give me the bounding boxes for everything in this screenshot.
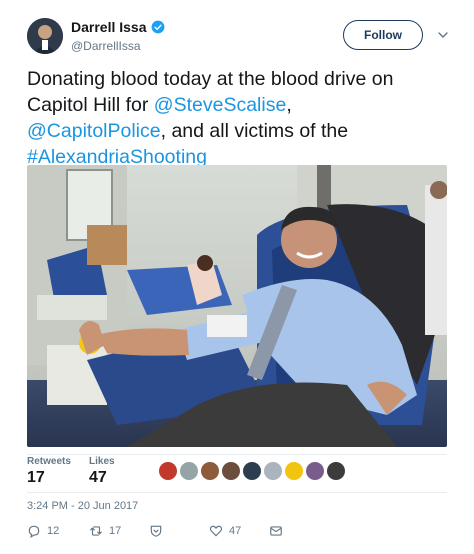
chevron-down-icon[interactable] xyxy=(437,29,449,41)
tweet-photo[interactable] xyxy=(27,165,447,447)
retweet-count: 17 xyxy=(109,525,122,537)
liker-avatar[interactable] xyxy=(243,462,261,480)
liker-avatar[interactable] xyxy=(306,462,324,480)
shield-icon xyxy=(150,525,162,537)
mention-link-capitolpolice[interactable]: @CapitolPolice xyxy=(27,120,161,142)
like-count: 47 xyxy=(229,525,242,537)
liker-avatar[interactable] xyxy=(180,462,198,480)
retweet-action[interactable]: 17 xyxy=(89,524,121,538)
retweets-label: Retweets xyxy=(27,456,71,467)
likes-stat[interactable]: Likes 47 xyxy=(89,456,115,487)
likes-value: 47 xyxy=(89,469,107,486)
verified-badge-icon xyxy=(151,20,164,34)
bookmark-action[interactable] xyxy=(149,524,163,538)
liker-avatar[interactable] xyxy=(285,462,303,480)
liker-avatar[interactable] xyxy=(327,462,345,480)
retweets-value: 17 xyxy=(27,469,45,486)
author-names: Darrell Issa @DarrellIssa xyxy=(71,19,165,53)
divider-bottom xyxy=(27,492,447,493)
retweet-icon xyxy=(90,526,102,536)
author-display-name[interactable]: Darrell Issa xyxy=(71,19,165,35)
tweet-text-middle: , and all victims of the xyxy=(160,120,349,142)
liker-avatar[interactable] xyxy=(222,462,240,480)
blood-drive-photo-image xyxy=(27,165,447,447)
liker-avatar[interactable] xyxy=(159,462,177,480)
tweet-stats: Retweets 17 Likes 47 xyxy=(27,456,452,492)
author-avatar[interactable] xyxy=(27,18,63,54)
tweet-text-separator: , xyxy=(286,94,292,116)
tweet-timestamp[interactable]: 3:24 PM - 20 Jun 2017 xyxy=(27,500,138,512)
likes-label: Likes xyxy=(89,456,115,467)
like-action[interactable]: 47 xyxy=(209,524,241,538)
liker-avatar[interactable] xyxy=(201,462,219,480)
author-name-text[interactable]: Darrell Issa xyxy=(71,19,147,35)
direct-message-action[interactable] xyxy=(269,524,283,538)
tweet-header: Darrell Issa @DarrellIssa Follow xyxy=(27,16,452,58)
reply-icon xyxy=(28,525,40,538)
envelope-icon xyxy=(270,526,282,536)
retweets-stat[interactable]: Retweets 17 xyxy=(27,456,71,487)
liker-avatar[interactable] xyxy=(264,462,282,480)
liker-avatars xyxy=(159,462,345,480)
tweet-text: Donating blood today at the blood drive … xyxy=(27,66,452,170)
reply-action[interactable]: 12 xyxy=(27,524,59,538)
follow-button[interactable]: Follow xyxy=(343,20,423,50)
tweet-actions: 12 17 47 xyxy=(27,522,452,544)
mention-link-stevescalise[interactable]: @SteveScalise xyxy=(154,94,287,116)
author-handle[interactable]: @DarrellIssa xyxy=(71,39,165,53)
reply-count: 12 xyxy=(47,525,60,537)
heart-icon xyxy=(209,525,223,537)
divider-top xyxy=(27,454,447,455)
